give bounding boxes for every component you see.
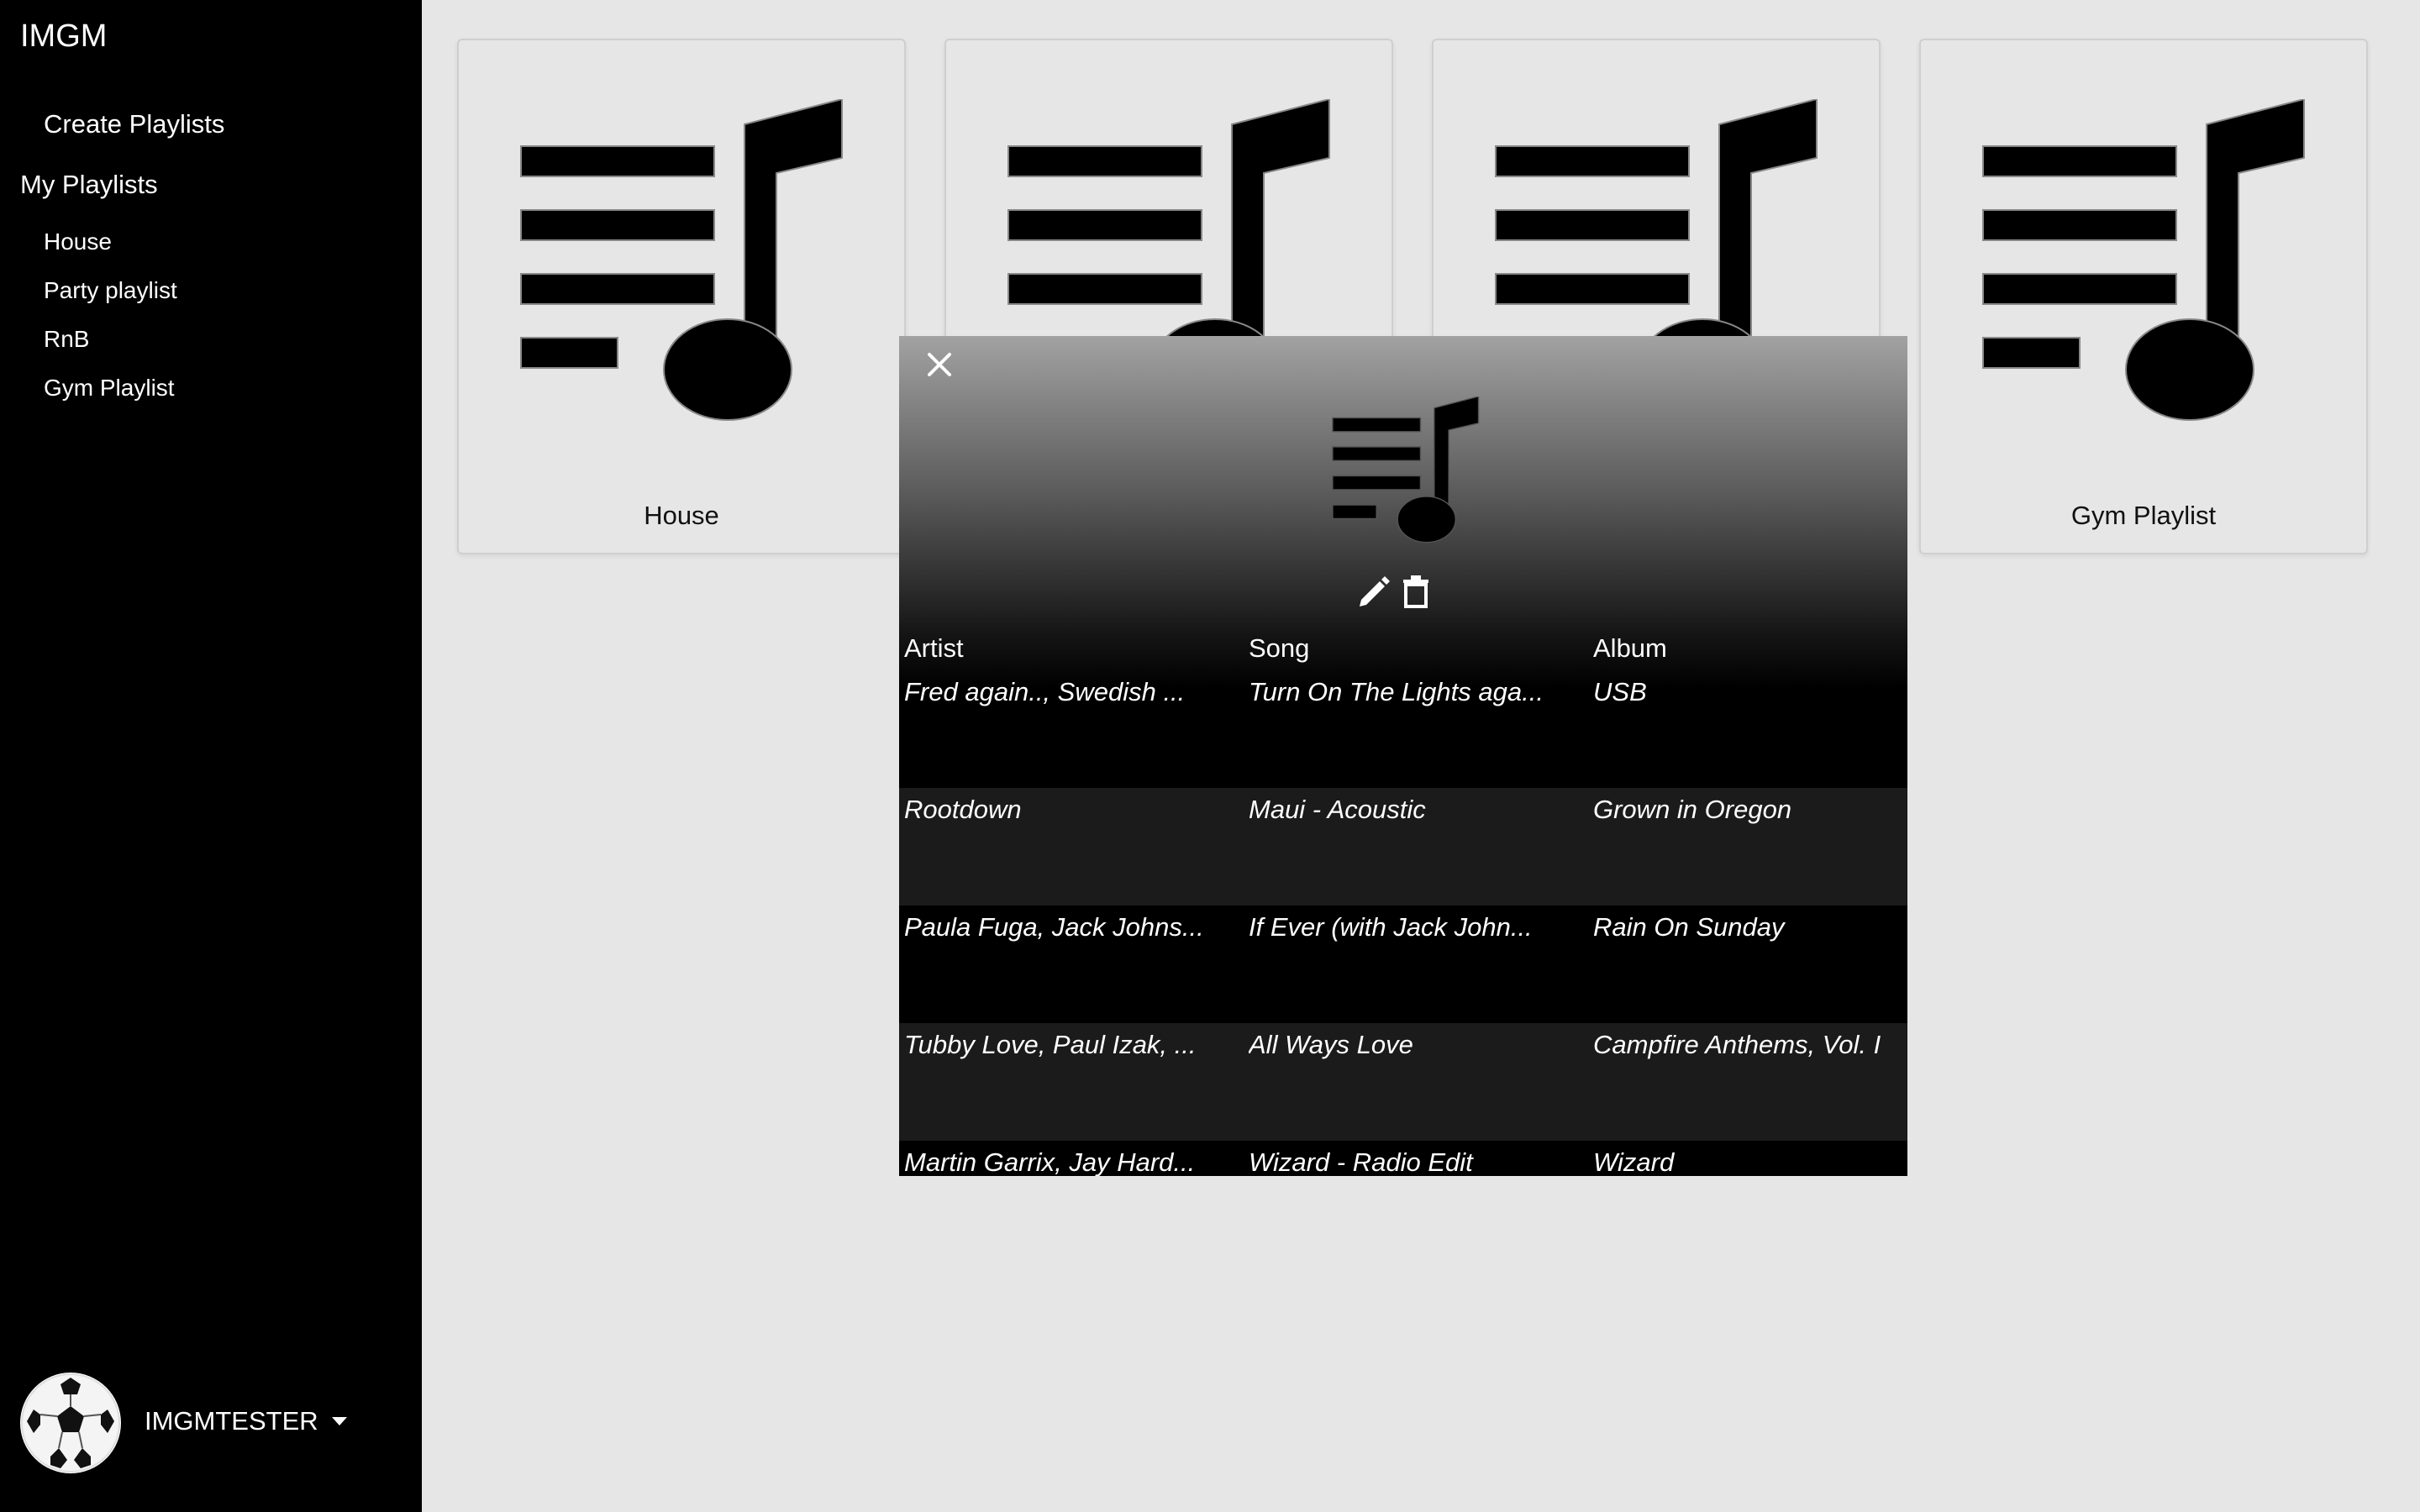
sidebar-item-gym-playlist[interactable]: Gym Playlist <box>44 373 177 422</box>
track-song: If Ever (with Jack John... <box>1249 912 1533 942</box>
sidebar-item-rnb[interactable]: RnB <box>44 324 177 373</box>
app-root: IMGM Create Playlists My Playlists House… <box>0 0 2420 1512</box>
track-song: Wizard - Radio Edit <box>1249 1147 1473 1176</box>
track-artist: Paula Fuga, Jack Johns... <box>904 912 1204 942</box>
track-artist: Fred again.., Swedish ... <box>904 677 1186 706</box>
track-album: Grown in Oregon <box>1593 795 1792 824</box>
username-label: IMGMTESTER <box>145 1406 318 1436</box>
track-song: Maui - Acoustic <box>1249 795 1426 824</box>
create-playlists-link[interactable]: Create Playlists <box>44 109 224 139</box>
sidebar-item-party-playlist[interactable]: Party playlist <box>44 276 177 324</box>
app-title: IMGM <box>20 18 108 54</box>
card-title: House <box>644 501 719 530</box>
my-playlists-heading: My Playlists <box>20 170 158 199</box>
table-row[interactable]: Paula Fuga, Jack Johns... If Ever (with … <box>899 906 1907 1023</box>
playlist-music-icon <box>1332 396 1480 543</box>
track-album: Campfire Anthems, Vol. I <box>1593 1030 1881 1059</box>
track-album: USB <box>1593 677 1647 706</box>
avatar[interactable] <box>20 1373 121 1473</box>
table-row[interactable]: Rootdown Maui - Acoustic Grown in Oregon <box>899 788 1907 906</box>
user-menu: IMGMTESTER <box>20 1373 390 1473</box>
track-artist: Martin Garrix, Jay Hard... <box>904 1147 1196 1176</box>
close-icon[interactable] <box>923 348 956 381</box>
column-header-song: Song <box>1249 633 1310 663</box>
track-album: Rain On Sunday <box>1593 912 1785 942</box>
playlist-modal: Artist Song Album Fred again.., Swedish … <box>899 336 1907 1176</box>
sidebar: IMGM Create Playlists My Playlists House… <box>0 0 422 1512</box>
track-album: Wizard <box>1593 1147 1675 1176</box>
card-title: Gym Playlist <box>2070 501 2217 530</box>
column-header-artist: Artist <box>904 633 964 663</box>
caret-down-icon <box>331 1417 347 1425</box>
table-row[interactable]: Fred again.., Swedish ... Turn On The Li… <box>899 670 1907 788</box>
playlist-nav: House Party playlist RnB Gym Playlist <box>44 227 177 422</box>
track-table-header: Artist Song Album <box>899 633 1907 670</box>
track-artist: Rootdown <box>904 795 1022 824</box>
column-header-album: Album <box>1593 633 1667 663</box>
pencil-icon[interactable] <box>1356 573 1393 610</box>
playlist-music-icon <box>1982 99 2305 421</box>
soccer-ball-icon <box>21 1373 120 1473</box>
playlist-card[interactable]: Gym Playlist <box>1919 39 2368 554</box>
table-row[interactable]: Tubby Love, Paul Izak, ... All Ways Love… <box>899 1023 1907 1141</box>
track-song: All Ways Love <box>1249 1030 1413 1059</box>
username-dropdown[interactable]: IMGMTESTER <box>145 1406 347 1436</box>
playlist-card[interactable]: House <box>457 39 906 554</box>
trash-icon[interactable] <box>1398 573 1434 610</box>
playlist-music-icon <box>520 99 843 421</box>
table-row[interactable]: Martin Garrix, Jay Hard... Wizard - Radi… <box>899 1141 1907 1176</box>
track-artist: Tubby Love, Paul Izak, ... <box>904 1030 1197 1059</box>
track-song: Turn On The Lights aga... <box>1249 677 1544 706</box>
sidebar-item-house[interactable]: House <box>44 227 177 276</box>
